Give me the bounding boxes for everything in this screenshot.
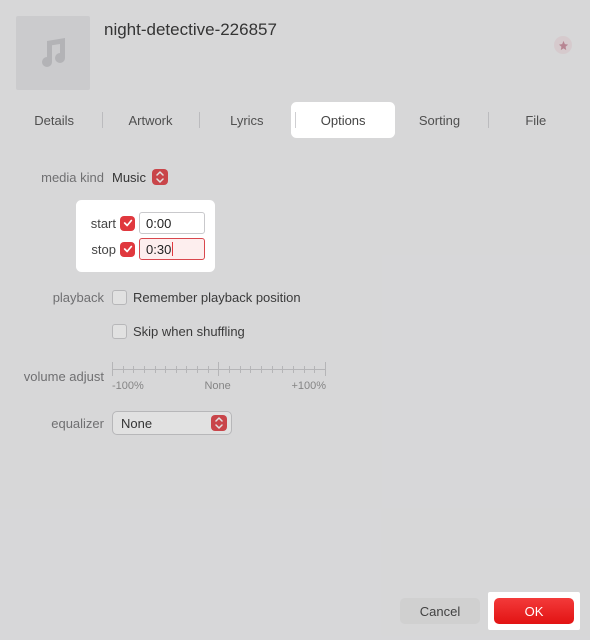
playback-label: playback <box>0 290 112 305</box>
volume-adjust-slider[interactable] <box>112 360 326 378</box>
stop-label: stop <box>86 242 116 257</box>
start-time-input[interactable]: 0:00 <box>139 212 205 234</box>
text-caret <box>172 242 173 256</box>
equalizer-select[interactable]: None <box>112 411 232 435</box>
music-note-icon <box>33 33 73 73</box>
tab-artwork[interactable]: Artwork <box>102 106 198 134</box>
tab-details[interactable]: Details <box>6 106 102 134</box>
options-form: media kind Music start 0:00 stop 0:30 <box>0 134 590 438</box>
tab-bar: Details Artwork Lyrics Options Sorting F… <box>6 106 584 134</box>
equalizer-label: equalizer <box>0 416 112 431</box>
start-checkbox[interactable] <box>120 216 135 231</box>
skip-shuffling-checkbox[interactable] <box>112 324 127 339</box>
track-title: night-detective-226857 <box>104 20 277 40</box>
tab-file[interactable]: File <box>488 106 584 134</box>
track-artwork-placeholder <box>16 16 90 90</box>
favorite-star-icon[interactable] <box>554 36 572 54</box>
remember-position-label: Remember playback position <box>133 290 301 305</box>
start-label: start <box>86 216 116 231</box>
tab-lyrics[interactable]: Lyrics <box>199 106 295 134</box>
header: night-detective-226857 <box>0 0 590 102</box>
dialog-footer: Cancel OK <box>400 592 580 630</box>
stop-time-input[interactable]: 0:30 <box>139 238 205 260</box>
tab-sorting[interactable]: Sorting <box>391 106 487 134</box>
volume-slider-labels: -100% None +100% <box>112 380 326 392</box>
stop-checkbox[interactable] <box>120 242 135 257</box>
start-stop-panel: start 0:00 stop 0:30 <box>80 204 211 268</box>
chevron-up-down-icon <box>211 415 227 431</box>
media-kind-select[interactable]: Music <box>112 169 168 185</box>
skip-shuffling-label: Skip when shuffling <box>133 324 245 339</box>
tab-options[interactable]: Options <box>295 106 391 134</box>
volume-adjust-label: volume adjust <box>0 369 112 384</box>
remember-position-checkbox[interactable] <box>112 290 127 305</box>
chevron-up-down-icon <box>152 169 168 185</box>
slider-ticks <box>112 362 326 376</box>
media-kind-label: media kind <box>0 170 112 185</box>
ok-button[interactable]: OK <box>494 598 574 624</box>
ok-button-highlight: OK <box>488 592 580 630</box>
cancel-button[interactable]: Cancel <box>400 598 480 624</box>
